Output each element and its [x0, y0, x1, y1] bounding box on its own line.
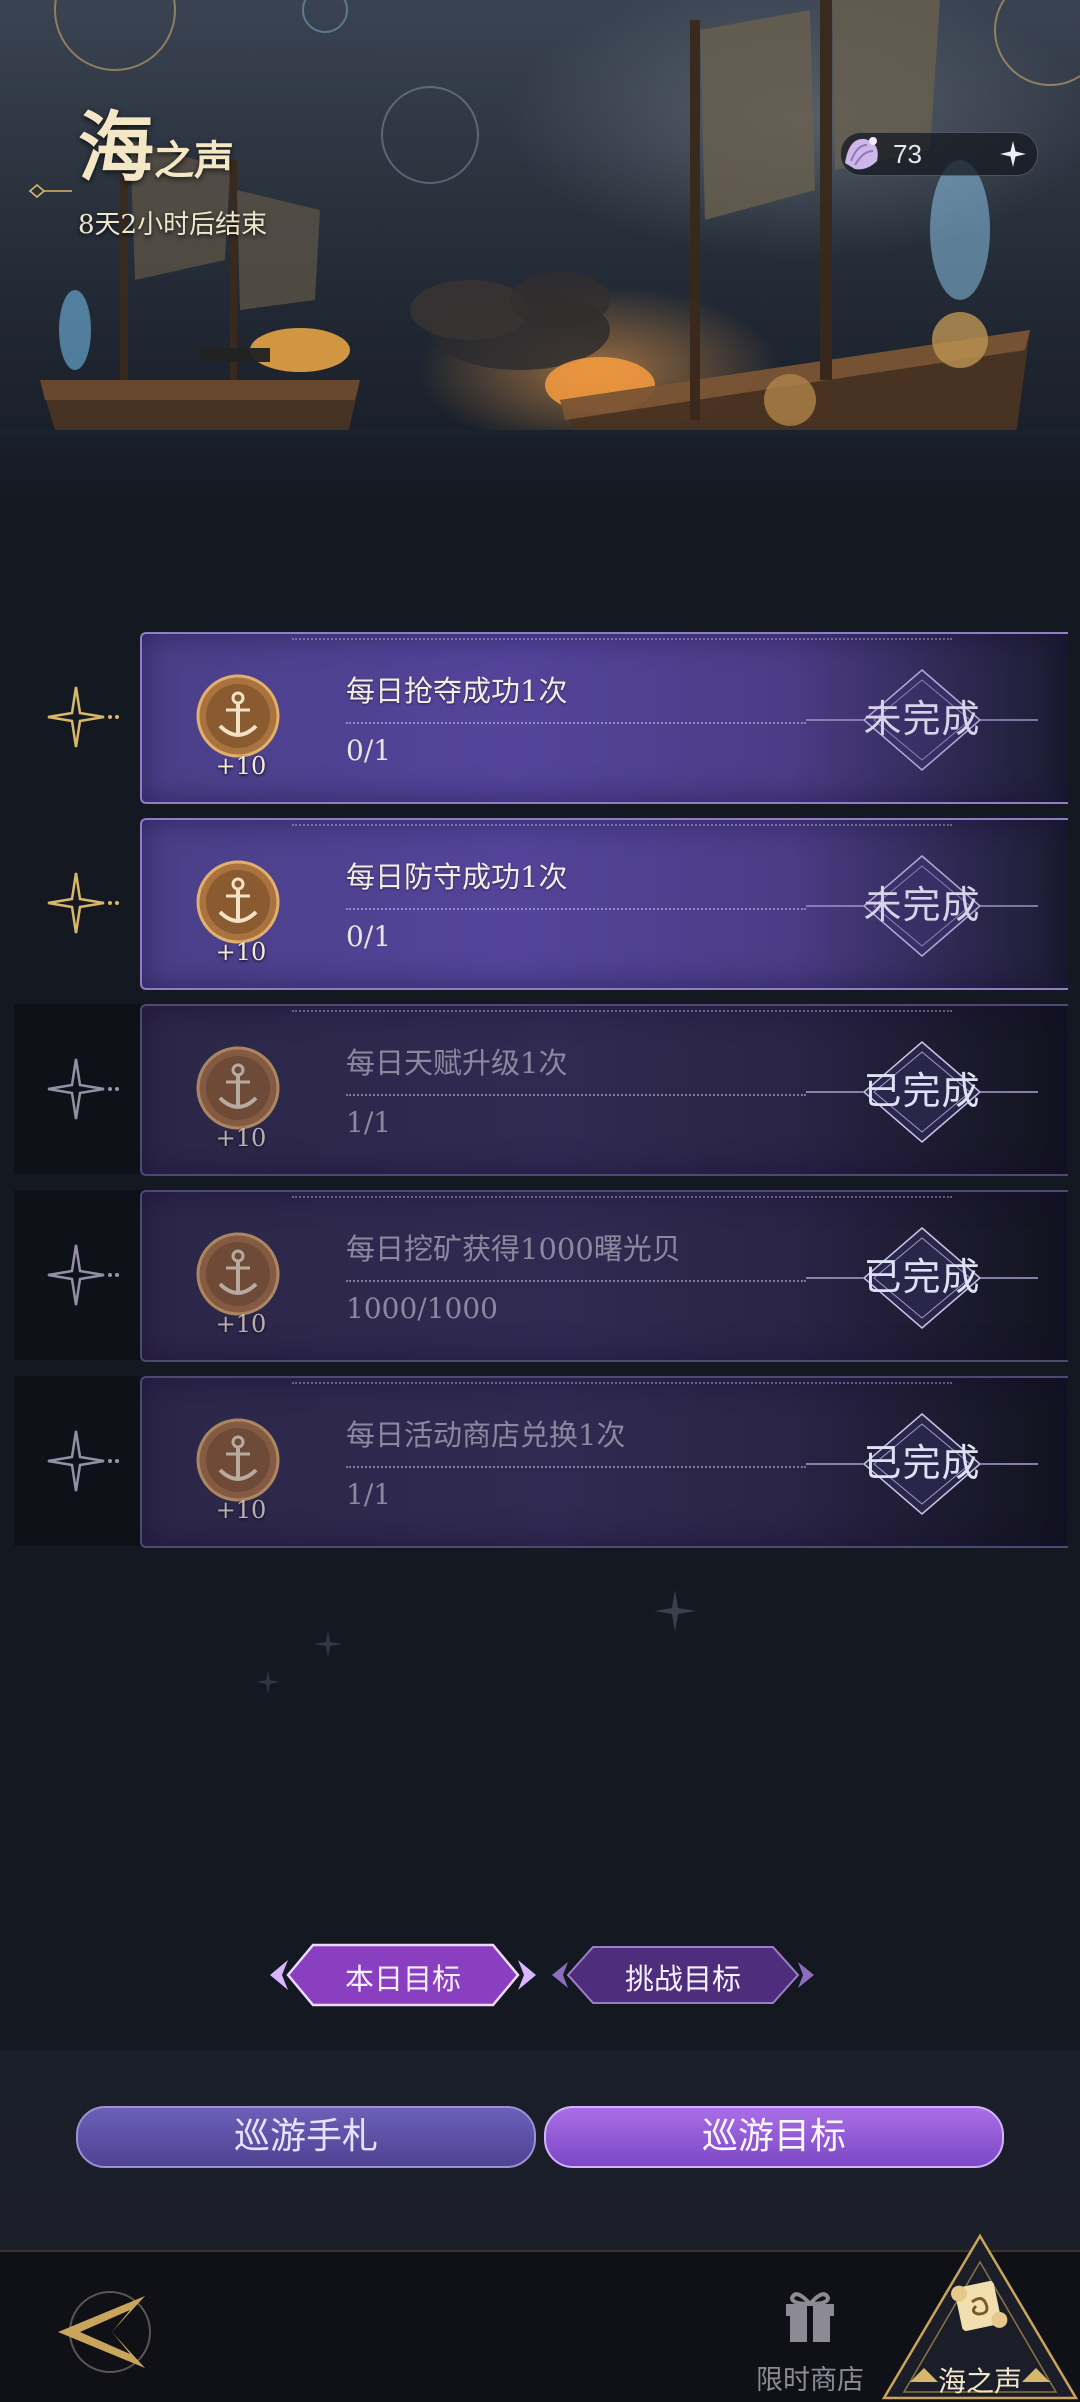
currency-value: 73 — [893, 139, 922, 169]
hero-banner: 海之声 8天2小时后结束 73 — [0, 0, 1080, 520]
scroll-icon — [951, 2281, 1008, 2331]
reward-amount: +10 — [215, 1310, 267, 1338]
reward-amount: +10 — [215, 1496, 267, 1524]
task-title: 每日天赋升级1次 — [346, 1046, 568, 1080]
anchor-coin-icon — [196, 1232, 280, 1316]
task-card: +10 每日抢夺成功1次 0/1 未完成 — [140, 632, 1068, 804]
task-title: 每日挖矿获得1000曙光贝 — [346, 1232, 681, 1266]
task-row[interactable]: +10 每日挖矿获得1000曙光贝 1000/1000 已完成 — [14, 1190, 1068, 1362]
sparkle-bullet-icon — [47, 686, 119, 748]
right-ship — [560, 0, 1030, 490]
task-card: +10 每日天赋升级1次 1/1 已完成 — [140, 1004, 1068, 1176]
task-progress: 1/1 — [346, 1106, 392, 1139]
status-badge: 未完成 — [863, 697, 981, 741]
task-progress: 0/1 — [346, 734, 392, 767]
reward-amount: +10 — [215, 752, 267, 780]
sparkle-bullet-icon — [47, 872, 119, 934]
background-sparkles — [256, 1590, 696, 1694]
status-badge: 未完成 — [863, 883, 981, 927]
sparkle-bullet-icon — [47, 1244, 119, 1306]
task-title: 每日活动商店兑换1次 — [346, 1418, 626, 1452]
task-row[interactable]: +10 每日活动商店兑换1次 1/1 已完成 — [14, 1376, 1068, 1548]
event-title: 海之声 — [78, 110, 267, 186]
task-title: 每日防守成功1次 — [346, 860, 568, 894]
event-title-main: 海 — [78, 103, 154, 192]
status-badge: 已完成 — [863, 1441, 981, 1485]
task-card: +10 每日防守成功1次 0/1 未完成 — [140, 818, 1068, 990]
cruise-journal-button[interactable]: 巡游手札 — [76, 2106, 536, 2168]
sparkle-bullet-icon — [47, 1430, 119, 1492]
sparkle-icon — [1000, 141, 1026, 167]
status-badge: 已完成 — [863, 1255, 981, 1299]
gift-icon — [786, 2292, 834, 2342]
tab-today-goals[interactable]: 本日目标 — [268, 1940, 538, 2010]
event-countdown: 8天2小时后结束 — [78, 210, 268, 240]
cruise-goals-button[interactable]: 巡游目标 — [544, 2106, 1004, 2168]
currency-counter[interactable]: 73 — [840, 132, 1038, 176]
sparkle-bullet-icon — [47, 1058, 119, 1120]
anchor-coin-icon — [196, 860, 280, 944]
task-progress: 1/1 — [346, 1478, 392, 1511]
reward-amount: +10 — [215, 938, 267, 966]
task-progress: 0/1 — [346, 920, 392, 953]
title-ornament-icon — [28, 184, 72, 198]
task-card: +10 每日挖矿获得1000曙光贝 1000/1000 已完成 — [140, 1190, 1068, 1362]
task-title: 每日抢夺成功1次 — [346, 674, 568, 708]
bottom-nav: 限时商店 海之声 — [0, 2233, 1080, 2402]
back-arrow-icon[interactable] — [50, 2282, 160, 2382]
anchor-coin-icon — [196, 1046, 280, 1130]
tab-challenge-goals[interactable]: 挑战目标 — [548, 1940, 818, 2010]
task-progress: 1000/1000 — [346, 1292, 498, 1325]
event-title-block: 海之声 8天2小时后结束 — [78, 110, 267, 241]
nav-limited-shop-label: 限时商店 — [756, 2365, 864, 2396]
tab-today-label: 本日目标 — [344, 1962, 461, 1996]
task-row[interactable]: +10 每日防守成功1次 0/1 未完成 — [14, 818, 1068, 990]
anchor-coin-icon — [196, 674, 280, 758]
event-title-suffix: 之声 — [154, 137, 234, 184]
task-card: +10 每日活动商店兑换1次 1/1 已完成 — [140, 1376, 1068, 1548]
status-badge: 已完成 — [863, 1069, 981, 1113]
reward-amount: +10 — [215, 1124, 267, 1152]
tab-challenge-label: 挑战目标 — [624, 1962, 741, 1996]
shell-icon — [845, 137, 878, 170]
nav-voice-of-sea-label: 海之声 — [937, 2365, 1022, 2398]
task-row[interactable]: +10 每日抢夺成功1次 0/1 未完成 — [14, 632, 1068, 804]
anchor-coin-icon — [196, 1418, 280, 1502]
nav-voice-of-sea[interactable]: 海之声 — [880, 2232, 1080, 2402]
task-row[interactable]: +10 每日天赋升级1次 1/1 已完成 — [14, 1004, 1068, 1176]
nav-limited-shop[interactable]: 限时商店 — [750, 2282, 870, 2402]
